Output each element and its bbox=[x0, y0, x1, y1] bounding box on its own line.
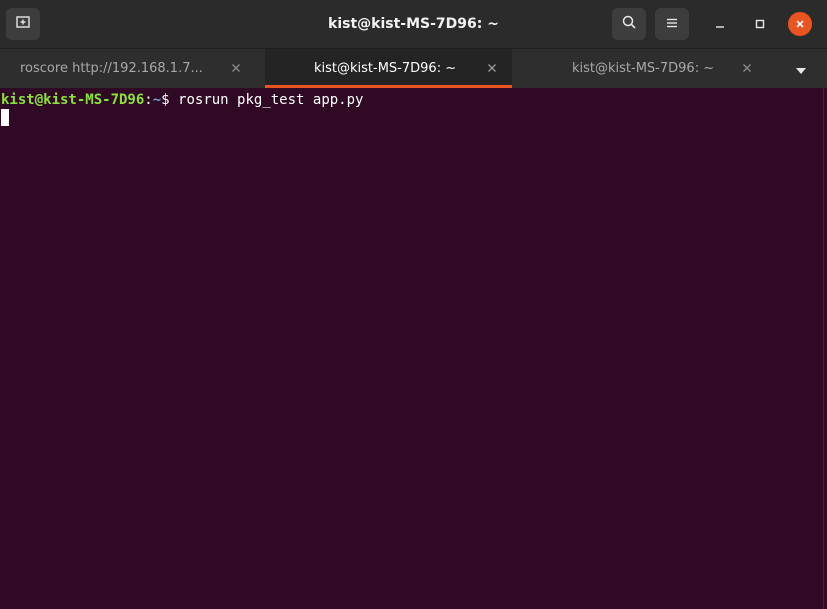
prompt-path: ~ bbox=[152, 92, 162, 108]
search-icon bbox=[621, 14, 637, 34]
terminal-window: kist@kist-MS-7D96: ~ roscore http://192.… bbox=[0, 0, 827, 609]
title-bar[interactable]: kist@kist-MS-7D96: ~ bbox=[0, 0, 827, 48]
new-tab-button[interactable] bbox=[6, 8, 40, 40]
command-line: kist@kist-MS-7D96:~$ rosrun pkg_test app… bbox=[1, 91, 363, 109]
tab-terminal-3[interactable]: kist@kist-MS-7D96: ~ bbox=[515, 49, 777, 88]
new-tab-icon bbox=[15, 14, 31, 34]
tab-close-icon[interactable] bbox=[740, 61, 754, 75]
minimize-icon bbox=[714, 15, 726, 34]
close-button[interactable] bbox=[788, 12, 812, 36]
tab-close-icon[interactable] bbox=[485, 61, 499, 75]
maximize-icon bbox=[754, 15, 766, 34]
tab-active-terminal[interactable]: kist@kist-MS-7D96: ~ bbox=[265, 49, 512, 88]
tab-label: roscore http://192.168.1.7... bbox=[20, 61, 203, 76]
prompt-colon: : bbox=[144, 92, 153, 108]
chevron-down-icon bbox=[795, 60, 807, 79]
tab-bar: roscore http://192.168.1.7... kist@kist-… bbox=[0, 48, 827, 88]
command-text: rosrun pkg_test app.py bbox=[178, 92, 364, 108]
prompt-symbol: $ bbox=[161, 92, 179, 108]
terminal-scrollbar[interactable] bbox=[815, 88, 827, 609]
scrollbar-edge bbox=[823, 88, 824, 609]
menu-button[interactable] bbox=[655, 8, 689, 40]
text-cursor bbox=[1, 109, 9, 126]
close-icon bbox=[794, 15, 806, 34]
tab-label: kist@kist-MS-7D96: ~ bbox=[572, 61, 715, 76]
minimize-button[interactable] bbox=[708, 12, 732, 36]
maximize-button[interactable] bbox=[748, 12, 772, 36]
hamburger-menu-icon bbox=[665, 15, 679, 34]
terminal-output[interactable]: kist@kist-MS-7D96:~$ rosrun pkg_test app… bbox=[0, 88, 815, 609]
tab-list-dropdown-button[interactable] bbox=[790, 59, 812, 79]
tab-label: kist@kist-MS-7D96: ~ bbox=[314, 61, 457, 76]
tab-close-icon[interactable] bbox=[229, 61, 243, 75]
window-title: kist@kist-MS-7D96: ~ bbox=[328, 16, 499, 32]
prompt-user-host: kist@kist-MS-7D96 bbox=[1, 92, 145, 108]
tab-roscore[interactable]: roscore http://192.168.1.7... bbox=[0, 49, 262, 88]
search-button[interactable] bbox=[612, 8, 646, 40]
